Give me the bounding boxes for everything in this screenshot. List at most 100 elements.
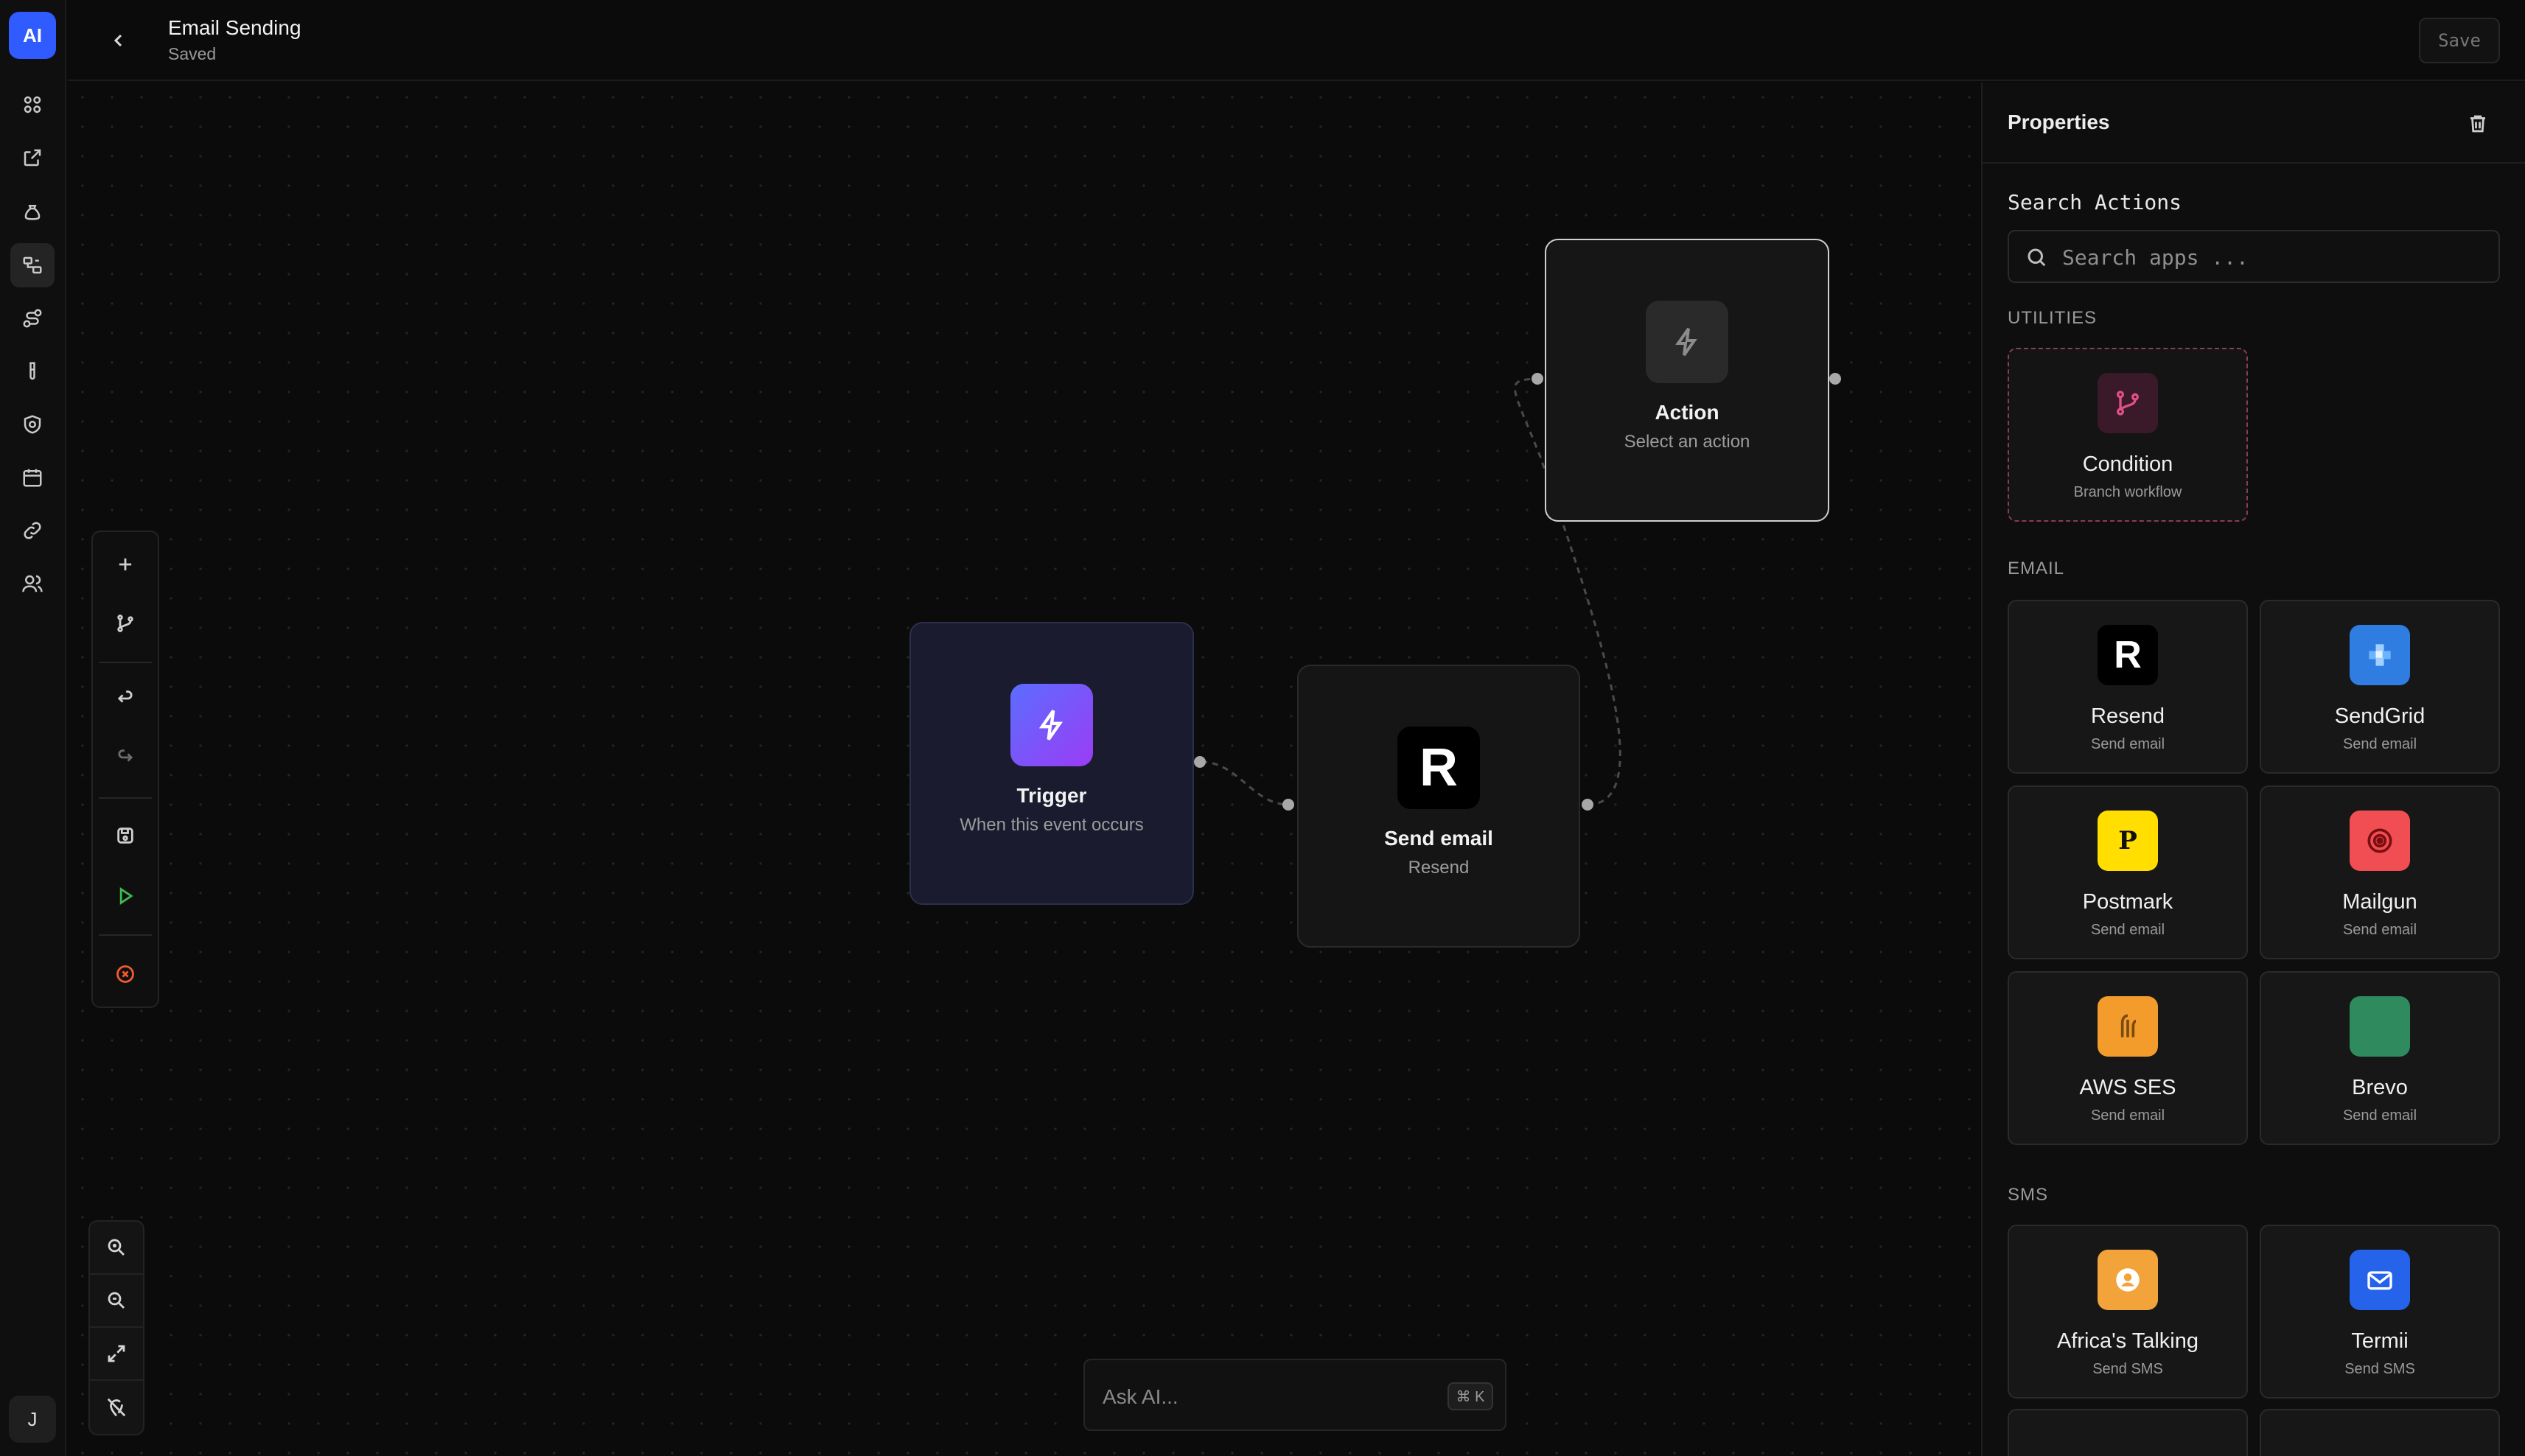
card-subtitle: Send email	[2090, 1107, 2165, 1124]
sendgrid-logo-icon	[2350, 625, 2410, 685]
trigger-node[interactable]: Trigger When this event occurs	[909, 622, 1194, 905]
card-subtitle: Send email	[2342, 736, 2417, 752]
canvas-toolbar	[91, 531, 159, 1008]
aws-ses-card[interactable]: AWS SES Send email	[2008, 971, 2248, 1145]
run-button[interactable]	[103, 874, 147, 918]
send-output-handle[interactable]	[1582, 799, 1593, 811]
card-subtitle: Send email	[2342, 922, 2417, 938]
delete-node-button[interactable]	[2463, 109, 2493, 139]
fit-view-button[interactable]	[90, 1328, 143, 1381]
node-title: Send email	[1384, 827, 1493, 850]
card-subtitle: Branch workflow	[2073, 484, 2182, 500]
save-status: Saved	[168, 44, 217, 63]
lock-toggle-button[interactable]	[90, 1381, 143, 1434]
card-subtitle: Send email	[2090, 922, 2165, 938]
partial-card[interactable]	[2260, 1409, 2500, 1456]
card-title: SendGrid	[2334, 704, 2426, 728]
calendar-icon[interactable]	[10, 455, 55, 500]
mailgun-card[interactable]: Mailgun Send email	[2260, 785, 2500, 959]
mail-icon	[2350, 1250, 2410, 1310]
trash-icon	[2470, 115, 2485, 133]
card-title: AWS SES	[2079, 1076, 2176, 1099]
section-sms: SMS	[2008, 1185, 2049, 1205]
flask-icon[interactable]	[10, 349, 55, 393]
card-subtitle: Send email	[2090, 736, 2165, 752]
undo-button[interactable]	[103, 676, 147, 721]
lightning-icon	[1646, 301, 1728, 383]
section-utilities: UTILITIES	[2008, 308, 2098, 328]
branch-icon	[117, 615, 133, 632]
zoom-in-button[interactable]	[90, 1222, 143, 1275]
card-title: Brevo	[2352, 1076, 2408, 1099]
node-subtitle: Resend	[1408, 858, 1470, 878]
partial-card[interactable]	[2008, 1409, 2248, 1456]
resend-card[interactable]: R Resend Send email	[2008, 600, 2248, 774]
resend-logo-icon: R	[2098, 625, 2158, 685]
node-title: Action	[1655, 401, 1719, 424]
panel-header: Properties	[1983, 83, 2525, 164]
bag-icon[interactable]	[10, 190, 55, 234]
zoom-out-button[interactable]	[90, 1275, 143, 1328]
integrations-icon[interactable]	[10, 296, 55, 340]
shield-icon[interactable]	[10, 402, 55, 447]
action-input-handle[interactable]	[1532, 373, 1543, 385]
brevo-card[interactable]: Brevo Send email	[2260, 971, 2500, 1145]
aws-ses-logo-icon	[2098, 996, 2158, 1057]
card-title: Mailgun	[2342, 890, 2417, 914]
node-subtitle: When this event occurs	[960, 815, 1144, 835]
search-input[interactable]	[2062, 242, 2475, 273]
termii-card[interactable]: Termii Send SMS	[2260, 1225, 2500, 1399]
section-email: EMAIL	[2008, 559, 2065, 578]
brevo-logo-icon	[2350, 996, 2410, 1057]
node-subtitle: Select an action	[1624, 432, 1750, 452]
panel-title: Properties	[2008, 111, 2110, 133]
workflow-icon[interactable]	[10, 243, 55, 287]
app-logo[interactable]: AI	[9, 12, 56, 59]
card-title: Termii	[2351, 1329, 2409, 1353]
zoom-out-icon	[108, 1292, 125, 1309]
zoom-in-icon	[108, 1239, 125, 1256]
pin-off-icon	[107, 1398, 126, 1417]
card-subtitle: Send SMS	[2092, 1361, 2163, 1377]
africas-talking-card[interactable]: Africa's Talking Send SMS	[2008, 1225, 2248, 1399]
properties-panel: Properties Search Actions UTILITIES Cond…	[1981, 83, 2525, 1456]
users-icon[interactable]	[10, 561, 55, 606]
plus-icon	[119, 558, 132, 571]
ask-ai-input[interactable]: Ask AI... ⌘ K	[1083, 1359, 1506, 1431]
search-field[interactable]	[2008, 230, 2500, 283]
branch-icon	[2098, 373, 2158, 433]
search-label: Search Actions	[2008, 190, 2182, 214]
grid-icon[interactable]	[10, 83, 55, 127]
add-node-button[interactable]	[103, 542, 147, 587]
card-title: Condition	[2082, 452, 2173, 476]
save-button[interactable]: Save	[2419, 18, 2500, 63]
external-link-icon[interactable]	[10, 136, 55, 180]
redo-button[interactable]	[103, 735, 147, 780]
page-title: Email Sending	[168, 16, 301, 39]
condition-card[interactable]: Condition Branch workflow	[2008, 348, 2248, 522]
user-avatar[interactable]: J	[9, 1396, 56, 1443]
close-circle-icon	[116, 965, 134, 983]
stop-button[interactable]	[103, 952, 147, 996]
action-output-handle[interactable]	[1829, 373, 1841, 385]
shortcut-badge: ⌘ K	[1447, 1382, 1493, 1410]
back-button[interactable]	[100, 22, 137, 59]
postmark-logo-icon: P	[2098, 811, 2158, 871]
undo-icon	[117, 690, 133, 703]
trigger-output-handle[interactable]	[1194, 756, 1206, 768]
save-workflow-button[interactable]	[103, 813, 147, 858]
node-title: Trigger	[1016, 784, 1087, 807]
search-icon	[2028, 248, 2046, 267]
link-icon[interactable]	[10, 508, 55, 553]
action-node[interactable]: Action Select an action	[1545, 239, 1829, 522]
send-email-node[interactable]: R Send email Resend	[1297, 665, 1580, 948]
send-input-handle[interactable]	[1282, 799, 1294, 811]
lightning-icon	[1010, 684, 1093, 766]
play-icon	[119, 887, 133, 905]
sendgrid-card[interactable]: SendGrid Send email	[2260, 600, 2500, 774]
add-branch-button[interactable]	[103, 601, 147, 645]
top-header: Email Sending Saved Save	[68, 0, 2525, 81]
ask-ai-placeholder: Ask AI...	[1103, 1385, 1178, 1408]
postmark-card[interactable]: P Postmark Send email	[2008, 785, 2248, 959]
card-title: Postmark	[2082, 890, 2173, 914]
